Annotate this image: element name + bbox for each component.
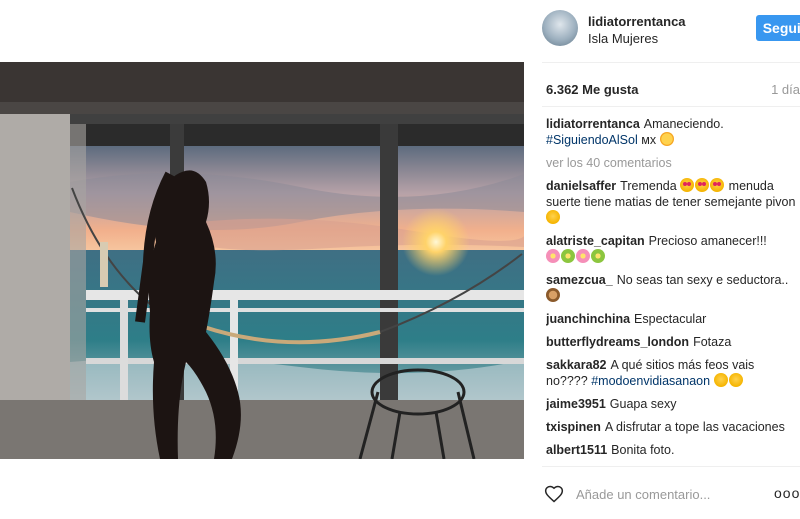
caption-hashtag[interactable]: #SiguiendoAlSol bbox=[546, 133, 638, 147]
wink-emoji-icon bbox=[546, 210, 560, 224]
flower-emoji-icon bbox=[576, 249, 590, 263]
wink-emoji-icon bbox=[728, 373, 743, 387]
header-divider bbox=[542, 62, 800, 63]
comment-text: Guapa sexy bbox=[609, 397, 677, 411]
likes-divider bbox=[542, 106, 800, 107]
comment-user[interactable]: danielsaffer bbox=[546, 179, 616, 193]
caption-user[interactable]: lidiatorrentanca bbox=[546, 117, 640, 131]
comment-item: samezcua_ No seas tan sexy e seductora.. bbox=[546, 272, 798, 304]
heart-outline-icon[interactable] bbox=[544, 484, 564, 504]
more-options-icon[interactable]: ooo bbox=[774, 486, 800, 500]
comment-text: Fotaza bbox=[693, 335, 732, 349]
comment-user[interactable]: albert1511 bbox=[546, 443, 607, 457]
comment-user[interactable]: butterflydreams_london bbox=[546, 335, 689, 349]
comment-item: sakkara82 A qué sitios más feos vais no??… bbox=[546, 357, 798, 389]
comments-list: lidiatorrentanca Amaneciendo. #SiguiendoA… bbox=[546, 116, 798, 466]
sunset-balcony-image bbox=[0, 62, 524, 459]
post-photo[interactable] bbox=[0, 62, 524, 459]
post-side-panel: lidiatorrentanca Isla Mujeres Seguir 6.3… bbox=[528, 0, 800, 519]
comment-user[interactable]: sakkara82 bbox=[546, 358, 606, 372]
comment-user[interactable]: samezcua_ bbox=[546, 273, 613, 287]
comment-user[interactable]: alatriste_capitan bbox=[546, 234, 645, 248]
comment-item: jaime3951 Guapa sexy bbox=[546, 396, 798, 412]
likes-count[interactable]: 6.362 Me gusta bbox=[546, 82, 639, 97]
heart-eyes-emoji-icon bbox=[680, 178, 695, 192]
comment-input[interactable] bbox=[576, 484, 756, 504]
flower-emoji-icon bbox=[546, 249, 560, 263]
comment-user[interactable]: txispinen bbox=[546, 420, 601, 434]
comment-item: alatriste_capitan Precioso amanecer!!! bbox=[546, 233, 798, 265]
comment-input-divider bbox=[542, 466, 800, 467]
comment-item: danielsaffer Tremenda menuda suerte tiene… bbox=[546, 178, 798, 226]
comment-item: butterflydreams_london Fotaza bbox=[546, 334, 798, 350]
post-location[interactable]: Isla Mujeres bbox=[588, 31, 658, 46]
post-header: lidiatorrentanca Isla Mujeres Seguir bbox=[542, 10, 800, 48]
post-time[interactable]: 1 día bbox=[771, 82, 800, 97]
comment-user[interactable]: jaime3951 bbox=[546, 397, 606, 411]
sun-emoji-icon bbox=[659, 132, 674, 146]
comment-text: Bonita foto. bbox=[611, 443, 675, 457]
follow-button[interactable]: Seguir bbox=[756, 15, 800, 41]
comment-text: No seas tan sexy e seductora.. bbox=[616, 273, 789, 287]
heart-eyes-emoji-icon bbox=[695, 178, 710, 192]
blossom-emoji-icon bbox=[591, 249, 605, 263]
comment-user[interactable]: juanchinchina bbox=[546, 312, 630, 326]
comment-hashtag[interactable]: #modoenvidiasanaon bbox=[591, 374, 710, 388]
view-comments-link[interactable]: ver los 40 comentarios bbox=[546, 155, 798, 171]
likes-row: 6.362 Me gusta 1 día bbox=[546, 82, 800, 100]
caption: lidiatorrentanca Amaneciendo. #SiguiendoA… bbox=[546, 116, 798, 148]
comment-item: albert1511 Bonita foto. bbox=[546, 442, 798, 458]
caption-text: Amaneciendo. bbox=[643, 117, 724, 131]
comment-text: Precioso amanecer!!! bbox=[648, 234, 767, 248]
heart-eyes-emoji-icon bbox=[710, 178, 725, 192]
comment-text: Espectacular bbox=[634, 312, 707, 326]
comment-text: A disfrutar a tope las vacaciones bbox=[604, 420, 785, 434]
monkey-emoji-icon bbox=[546, 288, 560, 302]
blossom-emoji-icon bbox=[561, 249, 575, 263]
post-username[interactable]: lidiatorrentanca bbox=[588, 14, 686, 29]
add-comment-bar: ooo bbox=[542, 478, 800, 508]
comment-text: Tremenda bbox=[620, 179, 677, 193]
caption-suffix: мх bbox=[641, 133, 657, 147]
wink-emoji-icon bbox=[713, 373, 728, 387]
avatar[interactable] bbox=[542, 10, 578, 46]
comment-item: juanchinchina Espectacular bbox=[546, 311, 798, 327]
comment-item: txispinen A disfrutar a tope las vacacion… bbox=[546, 419, 798, 435]
